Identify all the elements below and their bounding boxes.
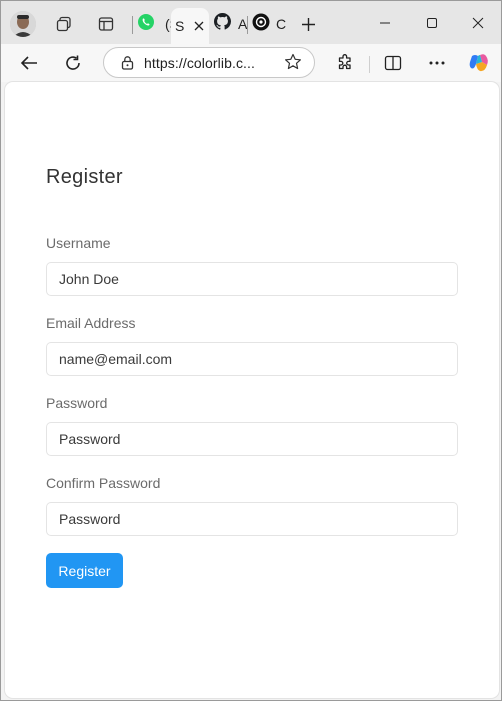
minimize-button[interactable]: [365, 9, 405, 37]
github-icon: [214, 13, 231, 35]
workspaces-icon[interactable]: [50, 9, 78, 39]
tab-title: S: [175, 18, 185, 34]
address-bar[interactable]: https://colorlib.c...: [103, 47, 315, 78]
browser-toolbar: https://colorlib.c...: [1, 44, 501, 82]
tab-title: A: [238, 16, 248, 32]
page-title: Register: [46, 166, 123, 188]
extensions-icon[interactable]: [330, 48, 360, 78]
favorite-star-icon[interactable]: [284, 53, 302, 76]
tab-actions-icon[interactable]: [92, 9, 120, 39]
whatsapp-icon: [137, 13, 155, 36]
tab-github[interactable]: A: [214, 9, 248, 39]
split-screen-icon[interactable]: [378, 48, 408, 78]
page-viewport: Register Username Email Address Password…: [5, 82, 499, 698]
address-url[interactable]: https://colorlib.c...: [144, 55, 255, 71]
openai-icon: [252, 13, 270, 36]
copilot-icon[interactable]: [464, 48, 494, 78]
email-label: Email Address: [46, 315, 136, 331]
lock-icon[interactable]: [112, 55, 142, 70]
more-options-icon[interactable]: [422, 48, 452, 78]
tab-title: C: [276, 16, 287, 32]
close-window-button[interactable]: [458, 9, 498, 37]
password-input[interactable]: [46, 422, 458, 456]
confirm-password-label: Confirm Password: [46, 475, 161, 491]
tab-strip: (S S A C: [1, 1, 501, 44]
profile-avatar[interactable]: [10, 11, 36, 37]
username-label: Username: [46, 235, 111, 251]
browser-window: (S S A C: [0, 0, 502, 701]
register-button[interactable]: Register: [46, 553, 123, 588]
email-input[interactable]: [46, 342, 458, 376]
confirm-password-input[interactable]: [46, 502, 458, 536]
new-tab-button[interactable]: [294, 9, 322, 39]
tab-openai[interactable]: C: [252, 9, 286, 39]
reload-button[interactable]: [58, 48, 88, 78]
tab-active[interactable]: S: [171, 8, 209, 44]
tab-whatsapp[interactable]: (S: [137, 9, 179, 39]
maximize-button[interactable]: [412, 9, 452, 37]
username-input[interactable]: [46, 262, 458, 296]
back-button[interactable]: [14, 48, 44, 78]
close-tab-icon[interactable]: [194, 21, 204, 31]
password-label: Password: [46, 395, 108, 411]
